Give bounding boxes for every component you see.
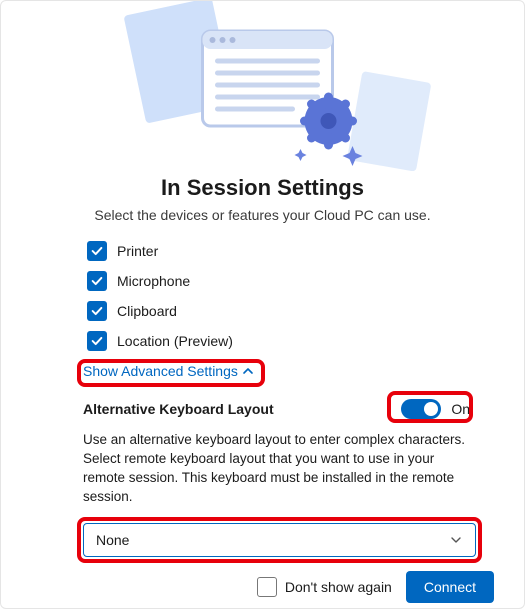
checkbox-microphone[interactable]: Microphone: [87, 271, 494, 291]
page-subtitle: Select the devices or features your Clou…: [31, 207, 494, 223]
page-title: In Session Settings: [31, 175, 494, 201]
connect-button[interactable]: Connect: [406, 571, 494, 603]
dialog-footer: Don't show again Connect: [31, 557, 494, 603]
checkbox-label: Printer: [117, 243, 158, 259]
section-label: Alternative Keyboard Layout: [83, 401, 274, 417]
illustration: [31, 1, 494, 171]
keyboard-layout-select-wrap: None: [83, 523, 476, 557]
toggle-switch-icon: [401, 399, 441, 419]
alt-keyboard-toggle[interactable]: On: [395, 397, 476, 421]
checkbox-clipboard[interactable]: Clipboard: [87, 301, 494, 321]
show-advanced-settings-link[interactable]: Show Advanced Settings: [83, 363, 494, 379]
checkmark-icon: [87, 331, 107, 351]
checkbox-label: Clipboard: [117, 303, 177, 319]
select-value: None: [96, 532, 129, 548]
checkbox-empty-icon: [257, 577, 277, 597]
device-checklist: Printer Microphone Clipboard Location (P…: [31, 241, 494, 361]
checkbox-label: Don't show again: [285, 579, 392, 595]
checkbox-label: Location (Preview): [117, 333, 233, 349]
in-session-settings-dialog: In Session Settings Select the devices o…: [0, 0, 525, 609]
keyboard-layout-select[interactable]: None: [83, 523, 476, 557]
chevron-down-icon: [449, 533, 463, 547]
checkmark-icon: [87, 241, 107, 261]
alt-keyboard-description: Use an alternative keyboard layout to en…: [31, 431, 494, 507]
checkbox-label: Microphone: [117, 273, 190, 289]
link-label: Show Advanced Settings: [83, 363, 238, 379]
checkbox-location[interactable]: Location (Preview): [87, 331, 494, 351]
checkmark-icon: [87, 271, 107, 291]
checkbox-printer[interactable]: Printer: [87, 241, 494, 261]
alt-keyboard-header: Alternative Keyboard Layout On: [31, 397, 494, 421]
checkmark-icon: [87, 301, 107, 321]
toggle-state-label: On: [451, 401, 470, 417]
dont-show-again-checkbox[interactable]: Don't show again: [257, 577, 392, 597]
chevron-up-icon: [242, 365, 254, 377]
